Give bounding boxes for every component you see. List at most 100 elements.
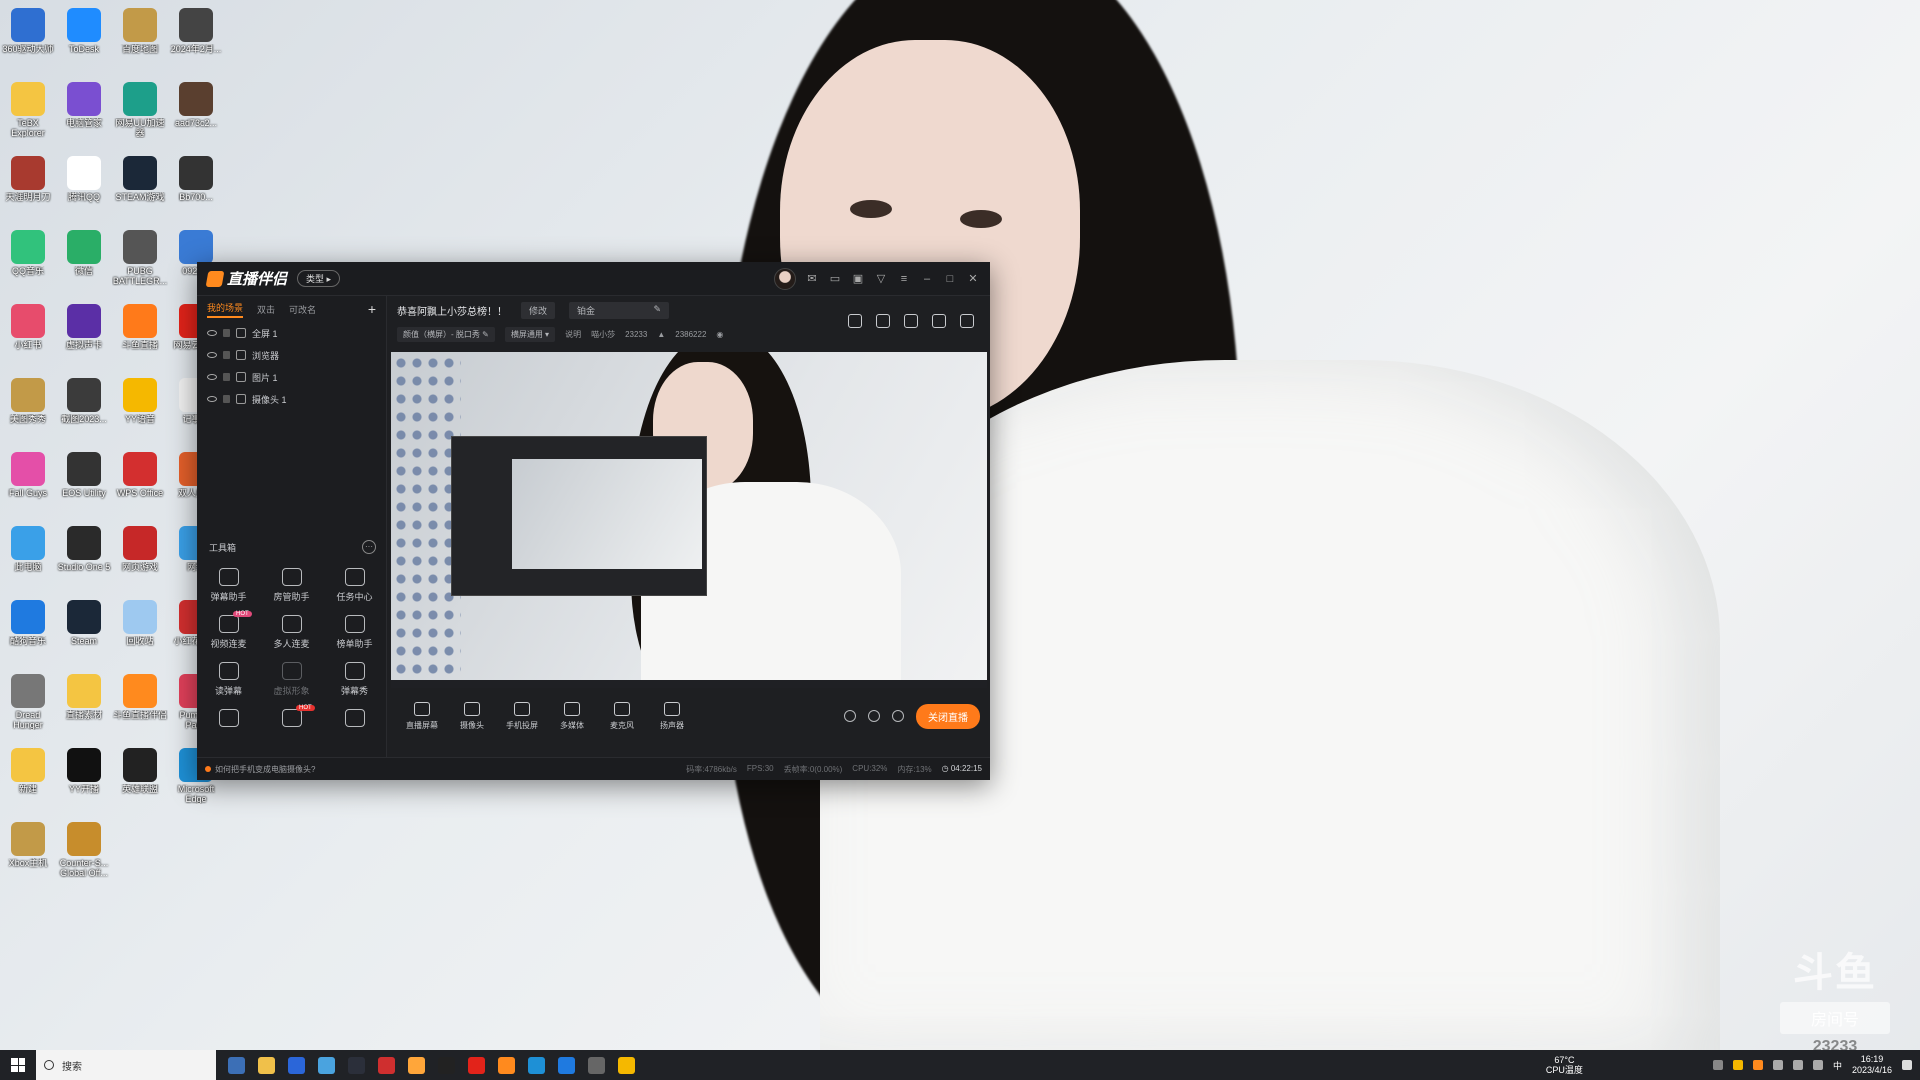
tab-my-scenes[interactable]: 我的场景 [207, 301, 244, 318]
taskbar-app-icon[interactable] [348, 1056, 365, 1074]
toolbox-item[interactable]: 弹幕秀 [323, 662, 386, 697]
user-avatar[interactable] [774, 267, 796, 290]
toolbox-item[interactable]: 任务中心 [323, 568, 386, 603]
desktop-icon[interactable]: 美图秀秀 [0, 374, 56, 446]
toolbox-item[interactable] [197, 709, 260, 731]
toolbox-item[interactable] [323, 709, 386, 731]
desktop-icon[interactable]: 回收站 [112, 596, 168, 668]
tray-app-icon[interactable] [1732, 1060, 1743, 1070]
tab-double-click[interactable]: 双击 [257, 303, 275, 316]
category-badge-button[interactable]: 类型 ▸ [297, 270, 341, 287]
desktop-icon[interactable]: ToDesk [56, 4, 112, 76]
maximize-icon[interactable]: □ [943, 272, 957, 286]
visibility-icon[interactable] [207, 396, 217, 402]
lock-icon[interactable] [223, 351, 230, 359]
desktop-icon[interactable]: Xbox主机 [0, 818, 56, 890]
desktop-icon[interactable]: 英雄联盟 [112, 744, 168, 816]
taskbar-app-icon[interactable] [558, 1056, 575, 1074]
taskbar-app-icon[interactable] [528, 1056, 545, 1074]
desktop-icon[interactable]: Fall Guys [0, 448, 56, 520]
lock-icon[interactable] [223, 329, 230, 337]
taskbar-app-icon[interactable] [438, 1056, 455, 1074]
desktop-icon[interactable]: 网页游戏 [112, 522, 168, 594]
desktop-icon[interactable]: Counter-S... Global Off... [56, 818, 112, 890]
visibility-icon[interactable] [207, 352, 217, 358]
desktop-icon[interactable]: PUBG BATTLEGR... [112, 226, 168, 298]
desktop-icon[interactable]: YY开播 [56, 744, 112, 816]
toolbox-item[interactable]: 虚拟形象 [260, 662, 323, 697]
explain-link[interactable]: 说明 [565, 329, 581, 340]
toolbox-item[interactable]: 多人连麦 [260, 615, 323, 650]
desktop-icon[interactable]: 新建 [0, 744, 56, 816]
tray-volume-icon[interactable] [1812, 1060, 1823, 1070]
desktop-icon[interactable]: 虚拟声卡 [56, 300, 112, 372]
tab-rename[interactable]: 可改名 [289, 303, 316, 316]
category-chip[interactable]: 颜值（横屏）- 脱口秀 ✎ [397, 327, 495, 342]
taskbar-app-icon[interactable] [468, 1056, 485, 1074]
mail-icon[interactable]: ✉ [805, 272, 819, 286]
taskbar-search[interactable]: 搜索 [36, 1050, 216, 1080]
desktop-icon[interactable]: 天涯明月刀 [0, 152, 56, 224]
taskbar-clock[interactable]: 16:19 2023/4/16 [1852, 1054, 1892, 1076]
ime-indicator[interactable]: 中 [1833, 1059, 1842, 1072]
desktop-icon[interactable]: Dread Hunger [0, 670, 56, 742]
tray-overflow-icon[interactable] [1712, 1060, 1723, 1070]
desktop-icon[interactable]: 微信 [56, 226, 112, 298]
control-button[interactable]: 扬声器 [647, 701, 697, 731]
filter-icon[interactable]: ▽ [874, 272, 888, 286]
desktop-icon[interactable]: 截图2023... [56, 374, 112, 446]
desktop-icon[interactable]: 2024年2月... [168, 4, 224, 76]
desktop-icon[interactable]: 电脑管家 [56, 78, 112, 150]
desktop-icon[interactable]: WPS Office [112, 448, 168, 520]
desktop-icon[interactable]: 网易UU加速器 [112, 78, 168, 150]
control-button[interactable]: 直播屏幕 [397, 701, 447, 731]
desktop-icon[interactable]: 360驱动大师 [0, 4, 56, 76]
more-icon[interactable]: ··· [362, 540, 376, 554]
orientation-select[interactable]: 横屏通用 ▾ [504, 327, 556, 342]
desktop-icon[interactable]: Steam [56, 596, 112, 668]
toolbox-item[interactable]: 读弹幕 [197, 662, 260, 697]
desktop-icon[interactable]: 小红书 [0, 300, 56, 372]
bell-icon[interactable] [932, 314, 946, 328]
scene-item[interactable]: 浏览器 [197, 344, 386, 366]
desktop-icon[interactable]: Studio One 5 [56, 522, 112, 594]
taskbar-app-icon[interactable] [378, 1056, 395, 1074]
toolbox-item[interactable]: HOT [260, 705, 323, 731]
control-button[interactable]: 多媒体 [547, 701, 597, 731]
location-icon[interactable]: ◉ [716, 330, 723, 339]
taskbar-app-icon[interactable] [618, 1056, 635, 1074]
toolbox-item[interactable]: 榜单助手 [323, 615, 386, 650]
desktop-icon[interactable]: TeBX Explorer [0, 78, 56, 150]
toolbox-item[interactable]: 视频连麦 HOT [197, 611, 260, 650]
control-button[interactable]: 摄像头 [447, 701, 497, 731]
desktop-icon[interactable]: EOS Utility [56, 448, 112, 520]
share-icon[interactable] [960, 314, 974, 328]
control-button[interactable]: 手机投屏 [497, 701, 547, 731]
stop-live-button[interactable]: 关闭直播 [916, 703, 980, 729]
preview-eye-icon[interactable] [868, 710, 880, 722]
add-scene-button[interactable]: + [368, 301, 376, 317]
tray-mic-icon[interactable] [1772, 1060, 1783, 1070]
desktop-icon[interactable]: 百度地图 [112, 4, 168, 76]
edit-title-button[interactable]: 修改 [521, 302, 556, 319]
desktop-icon[interactable]: QQ音乐 [0, 226, 56, 298]
skin-icon[interactable]: ▣ [851, 272, 865, 286]
scene-item[interactable]: 全屏 1 [197, 322, 386, 344]
taskbar-app-icon[interactable] [288, 1056, 305, 1074]
taskbar-app-icon[interactable] [498, 1056, 515, 1074]
stream-preview[interactable] [391, 352, 987, 688]
taskbar-app-icon[interactable] [408, 1056, 425, 1074]
desktop-icon[interactable]: YY语音 [112, 374, 168, 446]
message-icon[interactable]: ▭ [828, 272, 842, 286]
rank-field[interactable]: 铂金 ✎ [569, 302, 670, 319]
settings-icon[interactable] [892, 710, 904, 722]
desktop-icon[interactable]: 酷狗音乐 [0, 596, 56, 668]
visibility-icon[interactable] [207, 374, 217, 380]
record-icon[interactable] [844, 710, 856, 722]
toolbox-item[interactable]: 弹幕助手 [197, 568, 260, 603]
toolbox-item[interactable]: 房管助手 [260, 568, 323, 603]
window-titlebar[interactable]: 直播伴侣 类型 ▸ ✉ ▭ ▣ ▽ ≡ – □ ✕ [197, 262, 990, 296]
menu-icon[interactable]: ≡ [897, 272, 911, 286]
taskbar-app-icon[interactable] [588, 1056, 605, 1074]
cpu-temp-widget[interactable]: 67°C CPU温度 [1546, 1055, 1583, 1075]
